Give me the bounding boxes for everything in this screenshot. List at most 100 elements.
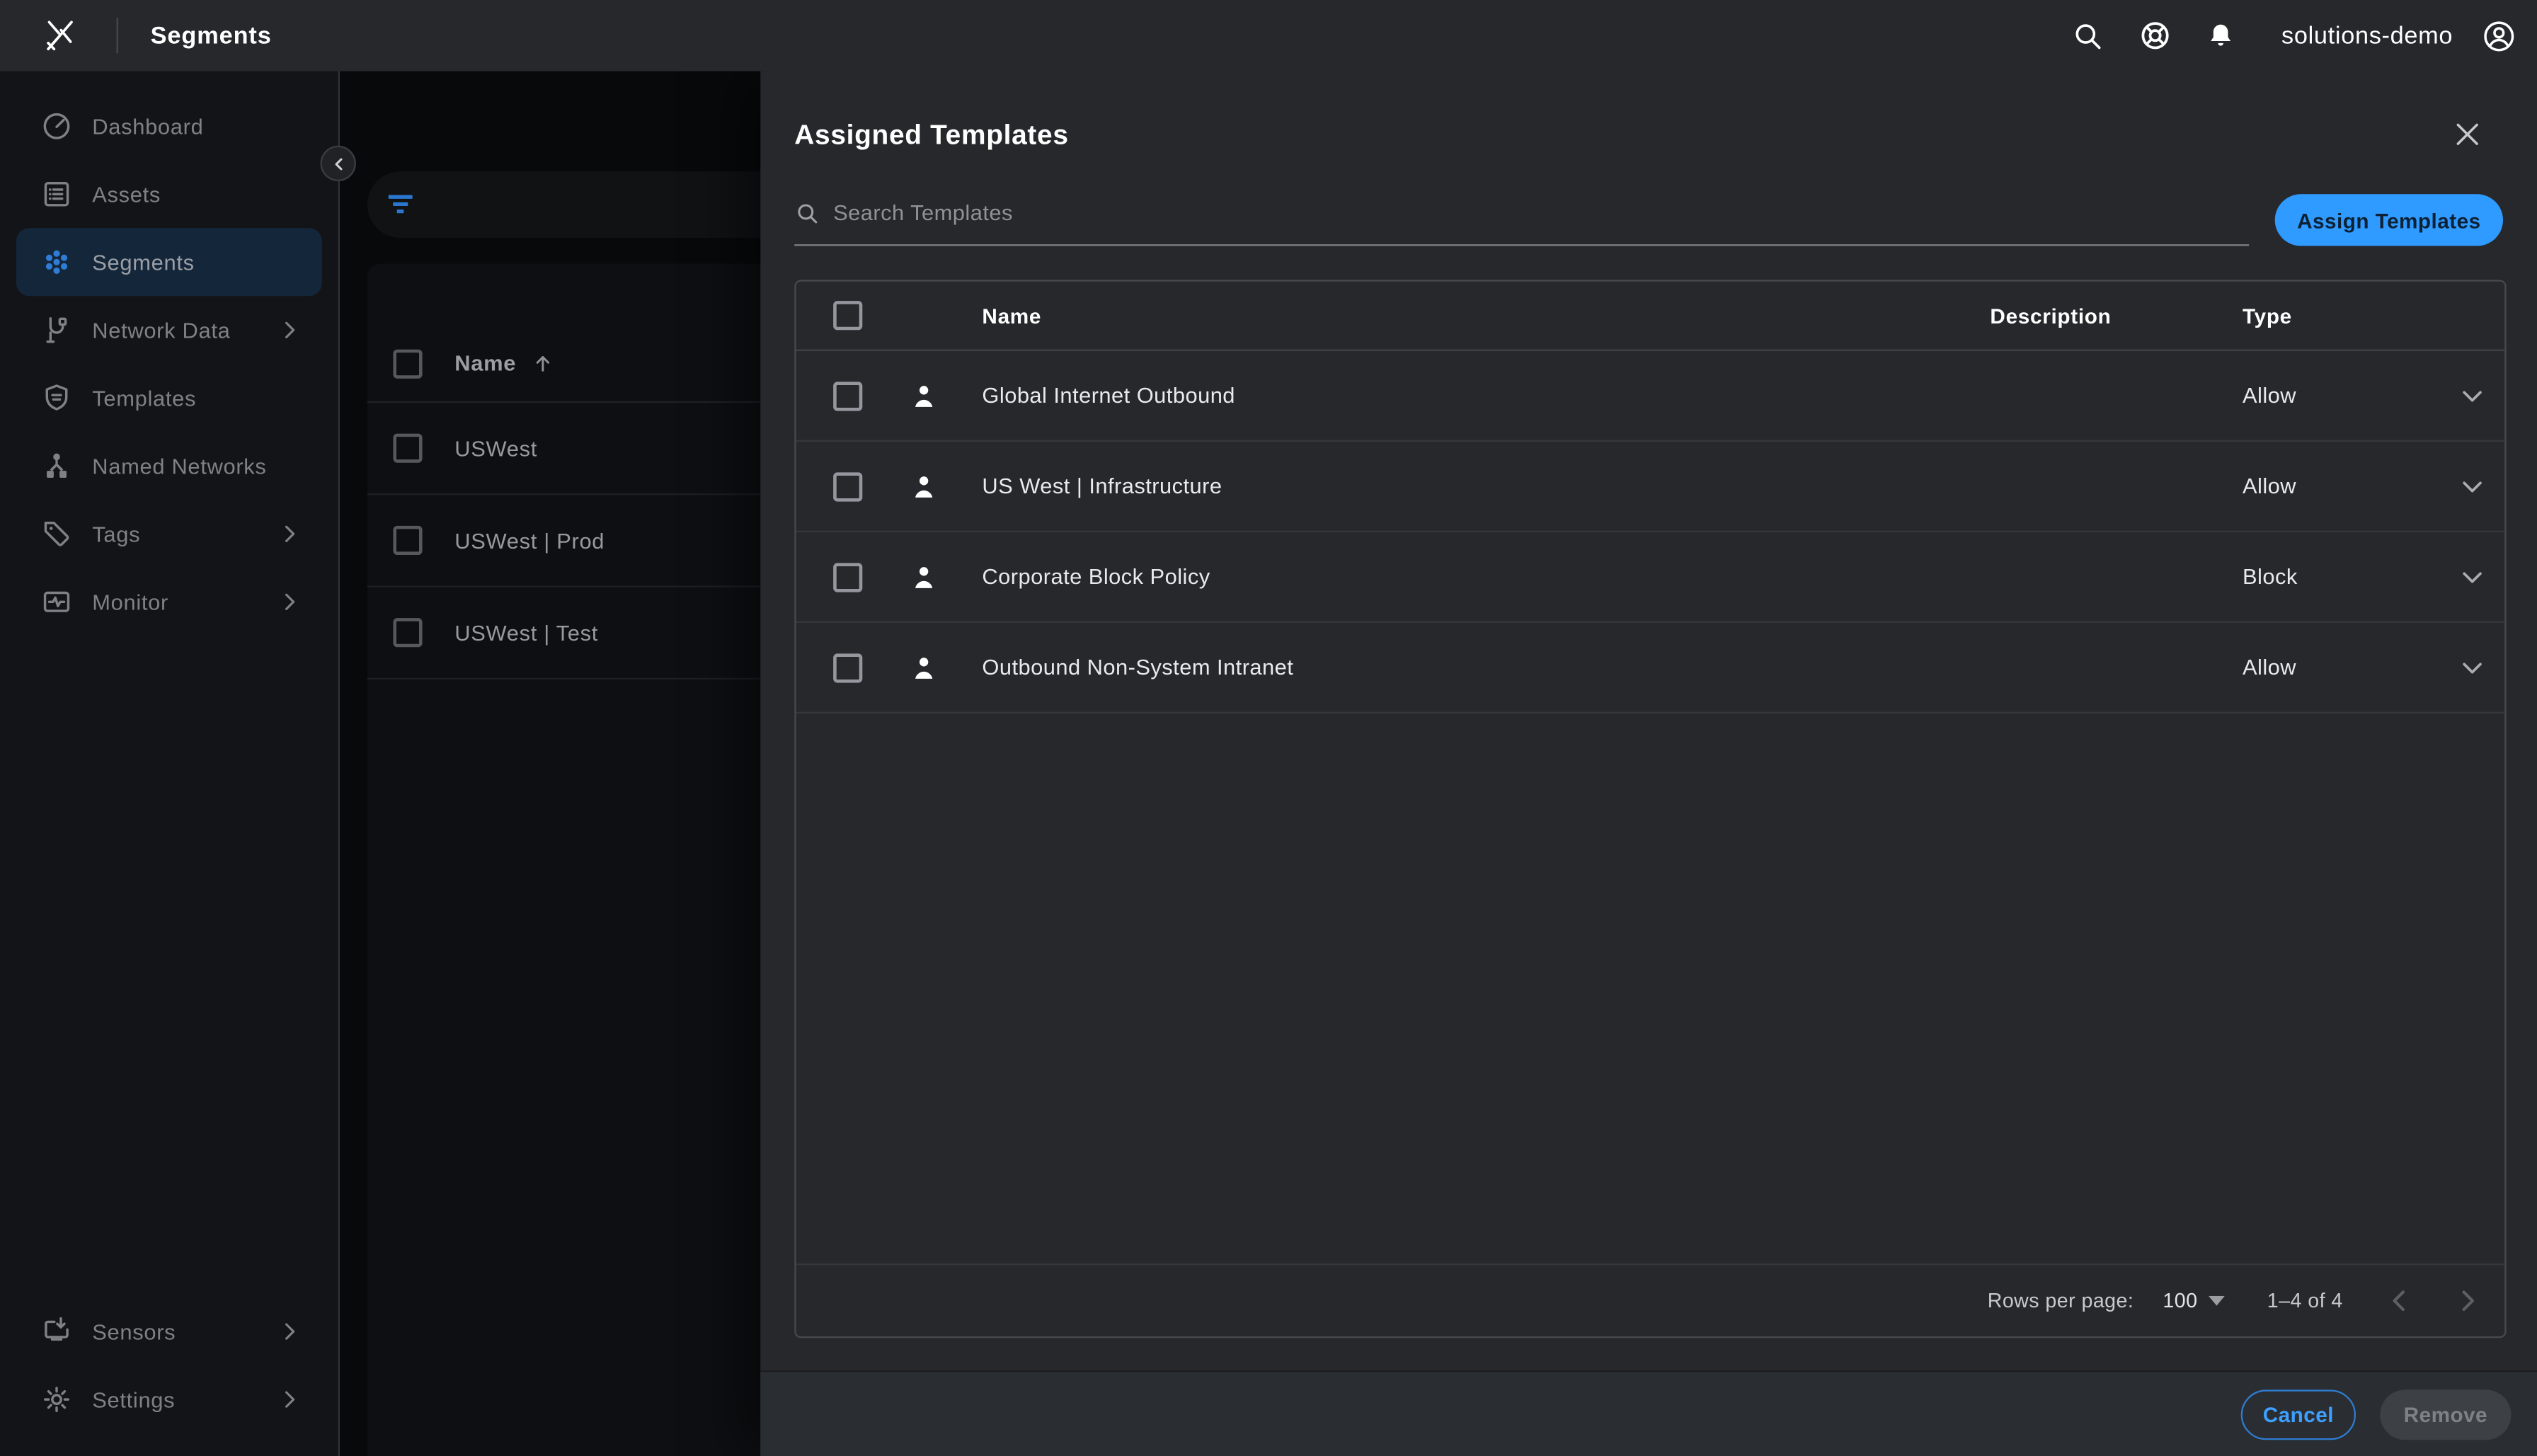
select-all-checkbox[interactable] (833, 301, 862, 330)
template-name: US West | Infrastructure (982, 474, 1990, 498)
row-checkbox[interactable] (833, 562, 862, 591)
sidebar-item-tags[interactable]: Tags (16, 500, 322, 568)
rows-per-page-label: Rows per page: (1988, 1290, 2134, 1312)
column-header-type[interactable]: Type (2243, 304, 2440, 328)
top-bar: Segments solutions-demo (0, 0, 2537, 71)
rows-per-page-select[interactable]: 100 (2163, 1290, 2225, 1312)
sidebar-item-segments[interactable]: Segments (16, 228, 322, 296)
chevron-left-icon (329, 154, 347, 172)
assign-templates-button[interactable]: Assign Templates (2275, 194, 2503, 246)
chevron-down-icon[interactable] (2456, 561, 2489, 593)
sensors-icon (40, 1315, 73, 1348)
template-name: Global Internet Outbound (982, 384, 1990, 408)
filter-icon (386, 194, 414, 215)
dashboard-icon (40, 110, 73, 142)
sidebar-nav: DashboardAssetsSegmentsNetwork DataTempl… (0, 92, 338, 636)
chevron-down-icon[interactable] (2456, 470, 2489, 503)
sidebar-item-monitor[interactable]: Monitor (16, 568, 322, 636)
remove-button[interactable]: Remove (2380, 1389, 2511, 1439)
template-search-field[interactable] (794, 194, 2249, 246)
template-search-input[interactable] (833, 200, 2249, 224)
chevron-right-icon (277, 1387, 303, 1413)
row-checkbox[interactable] (393, 526, 422, 555)
rows-per-page-value: 100 (2163, 1290, 2197, 1312)
row-checkbox[interactable] (833, 381, 862, 410)
row-checkbox[interactable] (393, 618, 422, 647)
app-root: Segments solutions-demo Dashboar (0, 0, 2537, 1456)
template-row-us-west-infrastructure[interactable]: US West | Infrastructure Allow (796, 442, 2505, 532)
person-icon (907, 379, 940, 412)
named-networks-icon (40, 449, 73, 482)
next-page-button[interactable] (2453, 1286, 2482, 1315)
previous-page-button[interactable] (2385, 1286, 2414, 1315)
row-checkbox[interactable] (393, 434, 422, 463)
chevron-right-icon (2453, 1286, 2482, 1315)
username[interactable]: solutions-demo (2281, 22, 2453, 50)
sidebar-item-settings[interactable]: Settings (16, 1365, 322, 1433)
templates-icon (40, 382, 73, 414)
person-icon (907, 561, 940, 593)
account-icon[interactable] (2480, 17, 2518, 55)
template-row-global-internet-outbound[interactable]: Global Internet Outbound Allow (796, 351, 2505, 442)
sidebar-item-assets[interactable]: Assets (16, 160, 322, 228)
close-button[interactable] (2453, 120, 2482, 149)
person-icon (907, 470, 940, 503)
template-type: Allow (2243, 474, 2440, 498)
sidebar-item-sensors[interactable]: Sensors (16, 1297, 322, 1365)
sidebar-item-templates[interactable]: Templates (16, 364, 322, 432)
search-icon[interactable] (2071, 18, 2105, 52)
monitor-icon (40, 585, 73, 618)
help-icon[interactable] (2138, 18, 2173, 53)
select-all-checkbox[interactable] (393, 349, 422, 378)
chevron-down-icon[interactable] (2456, 651, 2489, 684)
template-row-corporate-block-policy[interactable]: Corporate Block PolicyBlock (796, 532, 2505, 623)
sort-ascending-icon[interactable] (531, 351, 555, 375)
chevron-down-icon[interactable] (2456, 379, 2489, 412)
brand-logo-icon (39, 15, 81, 57)
caret-down-icon (2209, 1296, 2225, 1306)
chevron-right-icon (277, 521, 303, 547)
body-layout: DashboardAssetsSegmentsNetwork DataTempl… (0, 71, 2537, 1456)
sidebar-item-dashboard[interactable]: Dashboard (16, 92, 322, 160)
drawer-action-bar: Cancel Remove (760, 1370, 2537, 1456)
template-type: Allow (2243, 655, 2440, 680)
page-title: Segments (151, 22, 272, 50)
search-icon (794, 200, 820, 226)
chevron-right-icon (277, 317, 303, 343)
column-header-name[interactable]: Name (454, 351, 516, 375)
column-header-name[interactable]: Name (982, 304, 1990, 328)
cancel-button[interactable]: Cancel (2241, 1389, 2356, 1439)
tags-icon (40, 517, 73, 550)
sidebar-nav-bottom: SensorsSettings (0, 1297, 338, 1456)
sidebar: DashboardAssetsSegmentsNetwork DataTempl… (0, 71, 340, 1456)
template-row-outbound-non-system-intranet[interactable]: Outbound Non-System Intranet Allow (796, 623, 2505, 713)
templates-table-rows: Global Internet OutboundAllowUS West | I… (796, 351, 2505, 713)
network-data-icon (40, 314, 73, 346)
person-icon (907, 651, 940, 684)
template-type: Allow (2243, 384, 2440, 408)
sidebar-item-network-data[interactable]: Network Data (16, 296, 322, 364)
topbar-actions: solutions-demo (2071, 17, 2518, 55)
settings-icon (40, 1383, 73, 1416)
drawer-title: Assigned Templates (794, 117, 2537, 156)
assigned-templates-drawer: Assigned Templates Assign Templates (760, 71, 2537, 1456)
chevron-right-icon (277, 1319, 303, 1345)
templates-table: Name Description Type Global Internet Ou… (794, 280, 2506, 1338)
topbar-divider (117, 18, 118, 53)
sidebar-item-named-networks[interactable]: Named Networks (16, 432, 322, 500)
notifications-icon[interactable] (2206, 21, 2236, 51)
sidebar-collapse-button[interactable] (321, 146, 356, 181)
pagination-bar: Rows per page: 100 1–4 of 4 (796, 1263, 2505, 1336)
template-name: Outbound Non-System Intranet (982, 655, 1990, 680)
drawer-header: Assigned Templates (760, 71, 2537, 156)
templates-table-header: Name Description Type (796, 282, 2505, 351)
pagination-range: 1–4 of 4 (2267, 1290, 2343, 1312)
chevron-left-icon (2385, 1286, 2414, 1315)
chevron-right-icon (277, 589, 303, 615)
assets-icon (40, 178, 73, 210)
row-checkbox[interactable] (833, 471, 862, 500)
row-checkbox[interactable] (833, 653, 862, 682)
template-name: Corporate Block Policy (982, 565, 1990, 589)
column-header-description[interactable]: Description (1990, 304, 2243, 328)
drawer-toolbar: Assign Templates (794, 194, 2503, 246)
